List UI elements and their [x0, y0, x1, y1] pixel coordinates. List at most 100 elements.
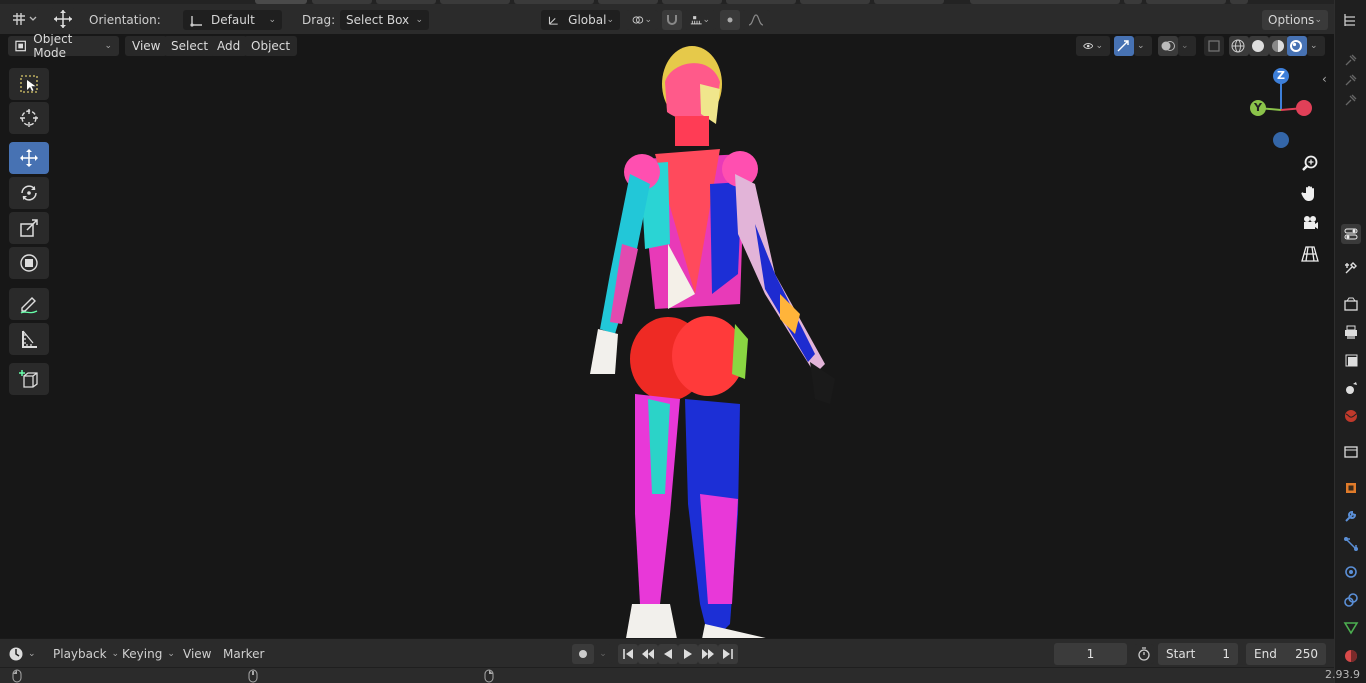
pivot-point-dropdown[interactable]: ⌄ — [626, 10, 658, 30]
rotate-tool[interactable] — [9, 177, 49, 209]
scale-icon — [20, 219, 38, 237]
jump-to-start-button[interactable] — [618, 644, 638, 664]
drag-dropdown[interactable]: Select Box ⌄ — [340, 10, 429, 30]
auto-keying-toggle[interactable] — [572, 644, 594, 664]
scene-properties-icon[interactable] — [1341, 378, 1361, 398]
collection-properties-icon[interactable] — [1341, 442, 1361, 462]
3d-viewport[interactable]: Object Mode ⌄ View Select Add Object ⌄ ⌄… — [0, 34, 1334, 638]
editor-type-icon — [13, 13, 37, 25]
start-frame-field[interactable]: Start 1 — [1158, 643, 1238, 665]
chevron-down-icon: ⌄ — [104, 41, 112, 51]
physics-properties-icon[interactable] — [1341, 562, 1361, 582]
z-axis-label[interactable]: Z — [1273, 68, 1289, 84]
marker-menu[interactable]: Marker — [223, 643, 264, 665]
mouse-left-icon — [12, 669, 22, 683]
overlays-icon — [1161, 41, 1175, 51]
add-menu[interactable]: Add — [210, 36, 248, 56]
proportional-falloff-dropdown[interactable] — [742, 10, 770, 30]
shading-solid-button[interactable] — [1249, 36, 1269, 56]
timeline-view-menu[interactable]: View — [183, 643, 211, 665]
constraints-properties-icon[interactable] — [1341, 590, 1361, 610]
timeline-editor-type[interactable]: ⌄ — [8, 643, 40, 665]
shading-dropdown[interactable]: ⌄ — [1307, 36, 1325, 56]
y-axis-label[interactable]: Y — [1250, 100, 1266, 116]
particles-properties-icon[interactable] — [1341, 534, 1361, 554]
play-button[interactable] — [678, 644, 698, 664]
orientation-value: Default — [211, 13, 255, 27]
pan-hand-icon[interactable] — [1298, 181, 1322, 205]
snap-target-dropdown[interactable]: ⌄ — [684, 10, 716, 30]
move-icon — [20, 149, 38, 167]
navigation-gizmo[interactable]: Z Y — [1246, 68, 1316, 150]
preview-range-toggle[interactable] — [1134, 644, 1154, 664]
options-dropdown[interactable]: Options ⌄ — [1262, 10, 1328, 30]
editor-type-button[interactable] — [8, 9, 40, 29]
tool-settings-icon[interactable] — [1341, 258, 1361, 278]
play-reverse-button[interactable] — [658, 644, 678, 664]
annotate-tool[interactable] — [9, 288, 49, 320]
view-menu[interactable]: View — [125, 36, 168, 56]
select-box-tool[interactable] — [9, 68, 49, 100]
perspective-grid-icon[interactable] — [1298, 242, 1322, 266]
chevron-down-icon: ⌄ — [1181, 41, 1189, 51]
orientation-icon — [190, 16, 202, 27]
tool-pin-icon[interactable] — [1341, 50, 1361, 70]
keying-menu[interactable]: Keying ⌄ — [122, 643, 175, 665]
material-properties-icon[interactable] — [1341, 646, 1361, 666]
shading-wireframe-button[interactable] — [1229, 36, 1249, 56]
properties-editor-icon[interactable] — [1341, 224, 1361, 244]
data-properties-icon[interactable] — [1341, 618, 1361, 638]
overlays-dropdown[interactable]: ⌄ — [1178, 36, 1196, 56]
current-frame-field[interactable]: 1 — [1054, 643, 1127, 665]
outliner-icon[interactable] — [1341, 10, 1361, 30]
jump-to-end-button[interactable] — [718, 644, 738, 664]
solid-shading-icon — [1252, 40, 1264, 52]
output-properties-icon[interactable] — [1341, 322, 1361, 342]
camera-view-icon[interactable] — [1298, 211, 1322, 235]
jump-start-icon — [623, 649, 633, 659]
render-properties-icon[interactable] — [1341, 294, 1361, 314]
snap-toggle[interactable] — [662, 10, 682, 30]
measure-tool[interactable] — [9, 323, 49, 355]
orientation-dropdown[interactable]: Default ⌄ — [183, 10, 282, 30]
modifier-properties-icon[interactable] — [1341, 506, 1361, 526]
visibility-dropdown[interactable]: ⌄ — [1076, 36, 1110, 56]
overlays-toggle[interactable] — [1158, 36, 1178, 56]
object-menu[interactable]: Object — [244, 36, 298, 56]
keying-set-dropdown[interactable]: ⌄ — [594, 644, 612, 664]
end-frame-field[interactable]: End 250 — [1246, 643, 1326, 665]
annotate-pencil-icon — [20, 297, 38, 314]
zoom-icon[interactable] — [1298, 152, 1322, 176]
shading-rendered-button[interactable] — [1287, 36, 1307, 56]
sidebar-toggle-icon[interactable]: ‹ — [1322, 72, 1327, 86]
gizmo-dropdown[interactable]: ⌄ — [1134, 36, 1152, 56]
tool-pin-icon[interactable] — [1341, 70, 1361, 90]
view-layer-properties-icon[interactable] — [1341, 350, 1361, 370]
add-cube-tool[interactable] — [9, 363, 49, 395]
tool-pin-icon[interactable] — [1341, 90, 1361, 110]
jump-to-keyframe-back-button[interactable] — [638, 644, 658, 664]
playback-menu[interactable]: Playback ⌄ — [53, 643, 119, 665]
scale-tool[interactable] — [9, 212, 49, 244]
xray-icon — [1208, 40, 1220, 52]
transform-tool[interactable] — [9, 247, 49, 279]
mouse-middle-icon — [248, 669, 258, 683]
gizmo-toggle[interactable] — [1114, 36, 1134, 56]
move-tool[interactable] — [9, 142, 49, 174]
jump-to-keyframe-forward-button[interactable] — [698, 644, 718, 664]
world-properties-icon[interactable] — [1341, 406, 1361, 426]
muscle-anatomy-model[interactable] — [560, 44, 880, 638]
tool-settings-header: Orientation: Default ⌄ Drag: Select Box … — [0, 4, 1334, 34]
shading-material-button[interactable] — [1269, 36, 1289, 56]
chevron-down-icon: ⌄ — [1137, 41, 1145, 51]
xray-toggle[interactable] — [1204, 36, 1224, 56]
transform-orientation-dropdown[interactable]: Global ⌄ — [541, 10, 620, 30]
object-mode-dropdown[interactable]: Object Mode ⌄ — [8, 34, 119, 60]
proportional-editing-toggle[interactable] — [720, 10, 740, 30]
move-tool-icon[interactable] — [50, 8, 76, 30]
start-label: Start — [1166, 647, 1196, 661]
object-properties-icon[interactable] — [1341, 478, 1361, 498]
select-menu[interactable]: Select — [164, 36, 216, 56]
magnet-icon — [667, 15, 677, 25]
cursor-tool[interactable] — [9, 102, 49, 134]
